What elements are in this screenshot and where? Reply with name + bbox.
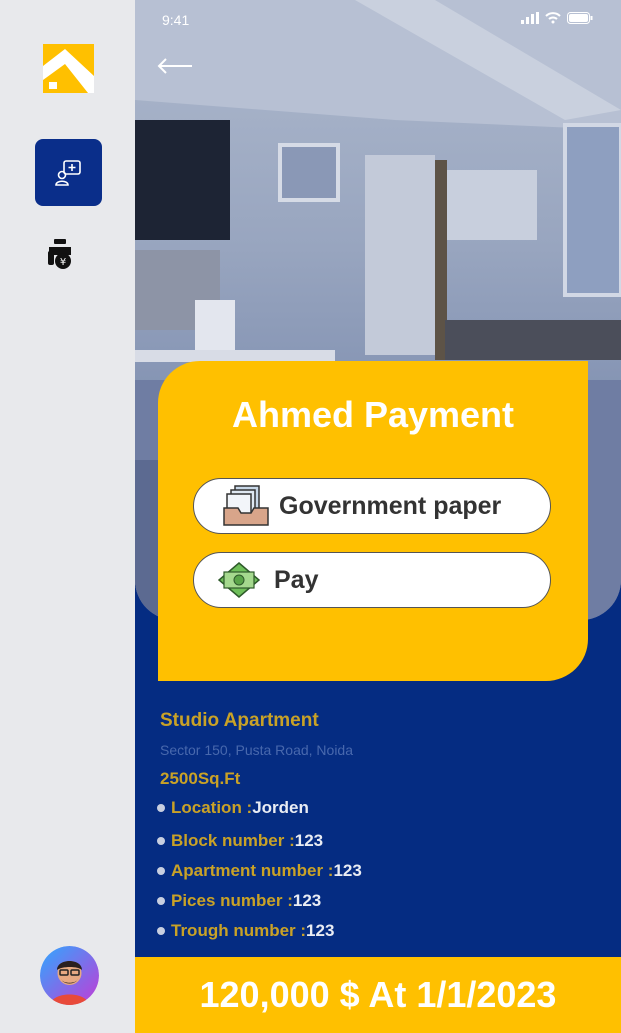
signal-icon (521, 12, 539, 24)
property-details: Studio Apartment Sector 150, Pusta Road,… (157, 710, 600, 946)
status-time: 9:41 (162, 12, 190, 28)
hand-coin-icon: ¥ (48, 239, 71, 269)
battery-icon (567, 12, 593, 24)
status-icons (521, 12, 593, 24)
main-panel: 9:41 Ahmed Payment Government paper Pay … (135, 0, 621, 1033)
nav-chat-add-button[interactable] (35, 139, 102, 206)
detail-trough-number: Trough number : 123 (157, 916, 600, 946)
svg-text:¥: ¥ (60, 257, 66, 268)
price-footer: 120,000 $ At 1/1/2023 (135, 957, 621, 1033)
pay-button[interactable]: Pay (193, 552, 551, 608)
property-title: Studio Apartment (160, 710, 319, 731)
back-arrow-button[interactable] (157, 52, 197, 80)
chat-add-icon (54, 159, 81, 186)
government-paper-label: Government paper (279, 491, 502, 520)
wifi-icon (545, 12, 561, 24)
user-avatar[interactable] (40, 946, 99, 1005)
detail-pices-number: Pices number : 123 (157, 886, 600, 916)
arrow-left-icon (157, 58, 192, 74)
sidebar: ¥ (0, 0, 135, 1033)
detail-location: Location : Jorden (157, 793, 600, 823)
payment-card: Ahmed Payment Government paper Pay (158, 361, 588, 681)
price-text: 120,000 $ At 1/1/2023 (199, 974, 557, 1015)
detail-block-number: Block number : 123 (157, 826, 600, 856)
card-title: Ahmed Payment (231, 394, 515, 435)
document-tray-icon (223, 485, 269, 526)
government-paper-button[interactable]: Government paper (193, 478, 551, 534)
home-logo-icon[interactable] (43, 44, 94, 93)
money-icon (218, 562, 260, 598)
property-address: Sector 150, Pusta Road, Noida (160, 742, 354, 758)
pay-label: Pay (274, 565, 319, 594)
property-area: 2500Sq.Ft (160, 769, 241, 788)
detail-apartment-number: Apartment number : 123 (157, 856, 600, 886)
nav-payment-hand-button[interactable]: ¥ (40, 235, 80, 275)
